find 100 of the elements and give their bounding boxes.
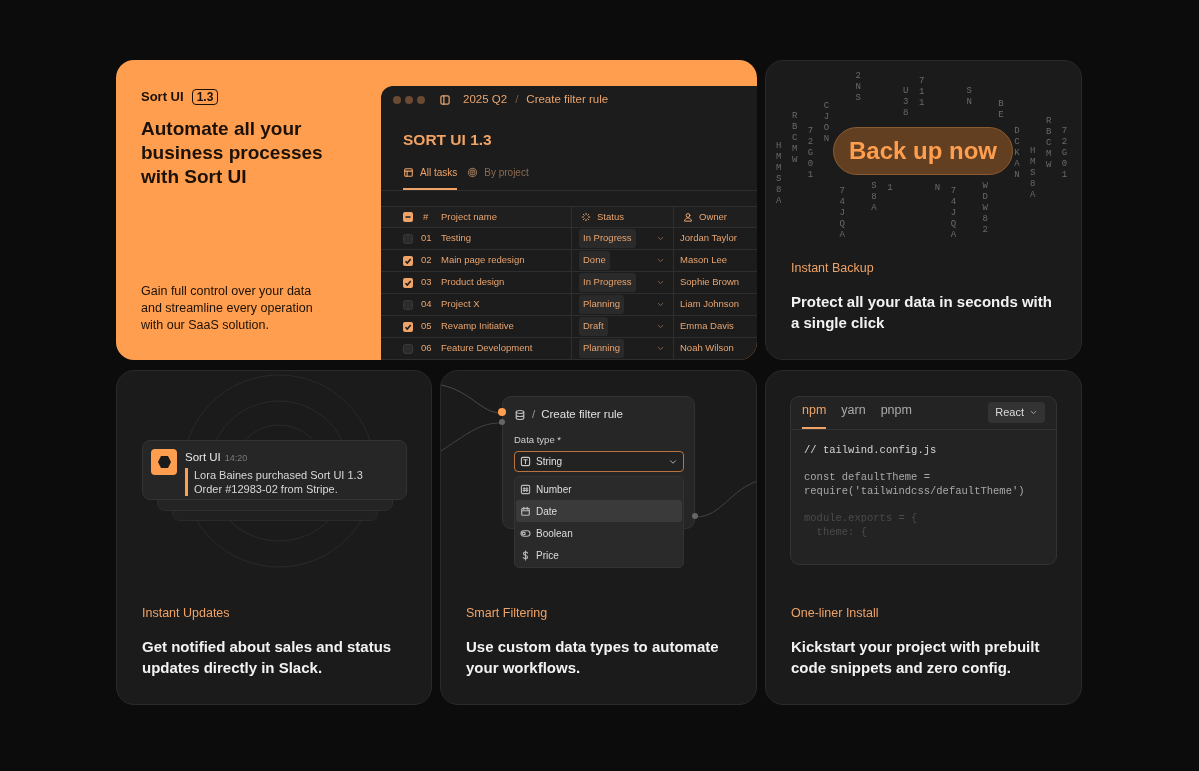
text-type-icon xyxy=(520,456,531,467)
row-number: 02 xyxy=(421,253,433,268)
code-rain-column: 72G01 xyxy=(1061,126,1071,181)
tab[interactable]: By project xyxy=(467,165,529,190)
chevron-down-icon xyxy=(656,278,665,287)
tab[interactable]: pnpm xyxy=(880,401,912,429)
chevron-down-icon xyxy=(656,300,665,309)
dollar-icon xyxy=(520,549,531,561)
description: Gain full control over your data and streamline every operation with our SaaS solution. xyxy=(141,283,314,334)
headline: Automate all your business processes with Sort UI xyxy=(141,116,324,189)
database-icon xyxy=(514,408,526,421)
loader-icon xyxy=(581,212,591,222)
code-rain-column: WDW82 xyxy=(982,181,992,236)
row-number: 03 xyxy=(421,275,433,290)
project-name: Revamp Initiative xyxy=(441,319,514,334)
tab[interactable]: yarn xyxy=(841,401,866,429)
user-icon xyxy=(683,212,693,222)
code-rain-column: RBCMW xyxy=(791,111,801,166)
brand-name: Sort UI xyxy=(141,88,184,106)
row-number: 04 xyxy=(421,297,433,312)
connector-line xyxy=(696,479,756,519)
checkbox[interactable] xyxy=(403,343,413,354)
message-line: Lora Baines purchased Sort UI 1.3 xyxy=(194,468,363,483)
checkbox[interactable] xyxy=(403,277,413,288)
feature-label: One-liner Install xyxy=(791,605,880,623)
target-icon xyxy=(467,167,479,178)
framework-select[interactable]: React xyxy=(988,402,1045,423)
owner-name: Emma Davis xyxy=(680,319,734,334)
code-rain-column: HMS8A xyxy=(1030,146,1039,201)
menu-option[interactable]: Boolean xyxy=(516,522,682,544)
hash-icon xyxy=(520,483,531,495)
checkbox[interactable] xyxy=(403,299,413,310)
feature-text: Get notified about sales and status updates directly in Slack. xyxy=(142,637,393,678)
code-rain-column: 74JQA xyxy=(950,186,960,241)
status-tag: Planning xyxy=(579,339,624,358)
sender-name: Sort UI xyxy=(185,450,221,465)
checkbox[interactable] xyxy=(403,212,413,222)
app-logo-icon xyxy=(151,449,177,475)
project-name: Project X xyxy=(441,297,480,312)
message-line: Order #12983-02 from Stripe. xyxy=(194,482,339,497)
owner-name: Mason Lee xyxy=(680,253,727,268)
column-header: # xyxy=(423,209,430,224)
chevron-down-icon xyxy=(656,256,665,265)
tab[interactable]: npm xyxy=(802,401,827,429)
tab[interactable]: All tasks xyxy=(403,165,458,190)
app-title: SORT UI 1.3 xyxy=(402,129,493,150)
owner-name: Noah Wilson xyxy=(680,341,734,356)
menu-option[interactable]: Price xyxy=(516,544,682,566)
node-title: Create filter rule xyxy=(541,407,623,422)
data-type-select[interactable]: String xyxy=(514,451,684,472)
menu-option[interactable]: Date xyxy=(516,500,682,522)
chevron-down-icon xyxy=(656,322,665,331)
status-tag: In Progress xyxy=(579,273,636,292)
feature-label: Instant Updates xyxy=(142,605,231,623)
status-tag: Planning xyxy=(579,295,624,314)
code-line: const defaultTheme = xyxy=(804,470,932,484)
row-number: 05 xyxy=(421,319,433,334)
code-rain-column: S8A xyxy=(871,181,881,214)
row-number: 06 xyxy=(421,341,433,356)
breadcrumb-item[interactable]: Create filter rule xyxy=(526,91,609,109)
checkbox[interactable] xyxy=(403,321,413,332)
feature-text: Kickstart your project with prebuilt code snippets and zero config. xyxy=(791,637,1041,678)
project-name: Main page redesign xyxy=(441,253,525,268)
calendar-icon xyxy=(520,505,531,517)
code-rain-column: 1 xyxy=(887,183,897,194)
owner-name: Jordan Taylor xyxy=(680,231,737,246)
code-rain-column: U38 xyxy=(903,86,912,119)
status-tag: Draft xyxy=(579,317,608,336)
project-name: Feature Development xyxy=(441,341,533,356)
feature-text: Protect all your data in seconds with a single click xyxy=(791,292,1053,333)
breadcrumb-separator: / xyxy=(515,92,519,108)
project-name: Testing xyxy=(441,231,472,246)
chevron-down-icon xyxy=(656,344,665,353)
feature-text: Use custom data types to automate your workflows. xyxy=(466,637,720,678)
timestamp: 14:20 xyxy=(224,452,248,465)
project-name: Product design xyxy=(441,275,505,290)
code-rain-column: 74JQA xyxy=(839,186,849,241)
toggle-icon xyxy=(520,527,531,539)
menu-option[interactable]: Number xyxy=(516,478,682,500)
connector-line xyxy=(441,421,501,453)
breadcrumb-item[interactable]: 2025 Q2 xyxy=(463,91,508,109)
feature-label: Smart Filtering xyxy=(466,605,549,623)
chevron-down-icon xyxy=(656,234,665,243)
column-header: Status xyxy=(597,209,624,224)
feature-label: Instant Backup xyxy=(791,260,875,278)
code-line: // tailwind.config.js xyxy=(804,443,938,457)
checkbox[interactable] xyxy=(403,233,413,244)
code-line: require('tailwindcss/defaultTheme') xyxy=(804,484,1026,498)
checkbox[interactable] xyxy=(403,255,413,266)
code-rain-column: 711 xyxy=(918,76,928,109)
code-rain-column: BE xyxy=(998,99,1008,121)
status-tag: Done xyxy=(579,251,610,270)
code-rain-column: 72G01 xyxy=(807,126,817,181)
column-header: Owner xyxy=(699,209,727,224)
code-rain-column: N xyxy=(934,183,944,194)
back-up-button[interactable]: Back up now xyxy=(833,127,1014,175)
owner-name: Sophie Brown xyxy=(680,275,740,290)
version-badge: 1.3 xyxy=(191,88,219,105)
chevron-down-icon xyxy=(1029,408,1038,417)
code-rain-column: SN xyxy=(966,86,976,108)
